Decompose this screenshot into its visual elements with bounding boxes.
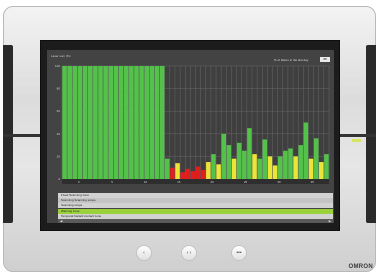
- y-tick-label: 0: [58, 177, 60, 181]
- y-tick-label: 40: [57, 132, 61, 136]
- chart-bar: [103, 66, 108, 179]
- chart-bar: [283, 150, 288, 179]
- chart-title: Laser sum (%): [51, 54, 71, 58]
- y-tick-label: 60: [57, 109, 61, 113]
- x-tick-label: 35: [311, 180, 315, 184]
- right-side-strip: [339, 134, 376, 137]
- chart-bar: [195, 166, 201, 179]
- chart-bar: [313, 138, 319, 179]
- chart-bar: [164, 158, 170, 179]
- slider-value-box[interactable]: 88: [320, 57, 330, 62]
- chart-bar: [308, 158, 314, 179]
- x-tick-label: 25: [244, 180, 248, 184]
- chart-bar: [242, 150, 247, 179]
- chart-bar: [277, 156, 283, 179]
- chart-bar: [129, 66, 134, 179]
- x-tick-label: 30: [277, 180, 281, 184]
- chart-bar: [226, 145, 232, 179]
- chart-bar: [149, 66, 155, 179]
- x-tick-label: 15: [177, 180, 181, 184]
- chart-bar: [200, 169, 206, 179]
- chart-bar: [113, 66, 119, 179]
- chart-bar: [324, 154, 329, 179]
- slider-label: % of failure in the last day: [274, 58, 309, 62]
- chart-bar: [159, 66, 165, 179]
- chart-bar: [82, 66, 88, 179]
- chart-bar: [87, 66, 93, 179]
- y-tick-label: 100: [55, 64, 60, 68]
- chart-bar: [206, 162, 211, 179]
- brand-logo: OMRON: [348, 264, 373, 270]
- chart-bar: [190, 171, 196, 179]
- chart-bar: [319, 162, 324, 179]
- chart-bar: [175, 163, 180, 179]
- left-side-strip: [3, 134, 40, 137]
- scroll-right-icon[interactable]: ▶: [329, 219, 331, 223]
- chart-bar: [98, 66, 103, 179]
- x-axis-band: [62, 179, 329, 184]
- chart-bar: [257, 158, 262, 179]
- chart-bar: [180, 172, 185, 179]
- chart-bar: [185, 168, 191, 179]
- chart-bar: [298, 145, 304, 179]
- chart-bar: [252, 154, 257, 179]
- chart-bar: [108, 66, 114, 179]
- y-tick-label: 80: [57, 87, 61, 91]
- chart-bar: [134, 66, 139, 179]
- chart-bar: [236, 142, 242, 179]
- chart-bar: [62, 66, 67, 179]
- center-button[interactable]: ‹ ›: [181, 245, 197, 261]
- x-tick-label: 10: [144, 180, 148, 184]
- chart-bar: [154, 66, 160, 179]
- chart-bar: [118, 66, 124, 179]
- right-button[interactable]: •••: [231, 245, 247, 261]
- chart-bar: [77, 66, 83, 179]
- chart-bar: [93, 66, 98, 179]
- scroll-left-icon[interactable]: ◀: [60, 219, 62, 223]
- chart-bar: [267, 156, 273, 179]
- chart-bar: [247, 128, 252, 179]
- chart-bar: [293, 156, 298, 179]
- chart-bar: [170, 167, 175, 179]
- chart-bar: [67, 66, 72, 179]
- chart-bar: [272, 165, 278, 179]
- chart-bar: [262, 139, 268, 179]
- slider-value: 88: [323, 57, 327, 61]
- legend-scrollbar[interactable]: ◀ ▶: [58, 219, 333, 223]
- chart-bar: [211, 154, 216, 179]
- x-tick-label: 20: [211, 180, 215, 184]
- chart-bar: [123, 66, 129, 179]
- chart-bar: [72, 66, 78, 179]
- chart-bar: [231, 158, 237, 179]
- chart-bar: [303, 122, 309, 179]
- chart-bar: [221, 133, 227, 179]
- power-led-indicator: [352, 139, 361, 142]
- chart-bar: [288, 148, 293, 179]
- left-button[interactable]: ‹: [136, 245, 152, 261]
- y-tick-label: 20: [57, 154, 61, 158]
- chart-bar: [216, 164, 221, 179]
- chart-bar: [144, 66, 149, 179]
- chart-bar: [139, 66, 144, 179]
